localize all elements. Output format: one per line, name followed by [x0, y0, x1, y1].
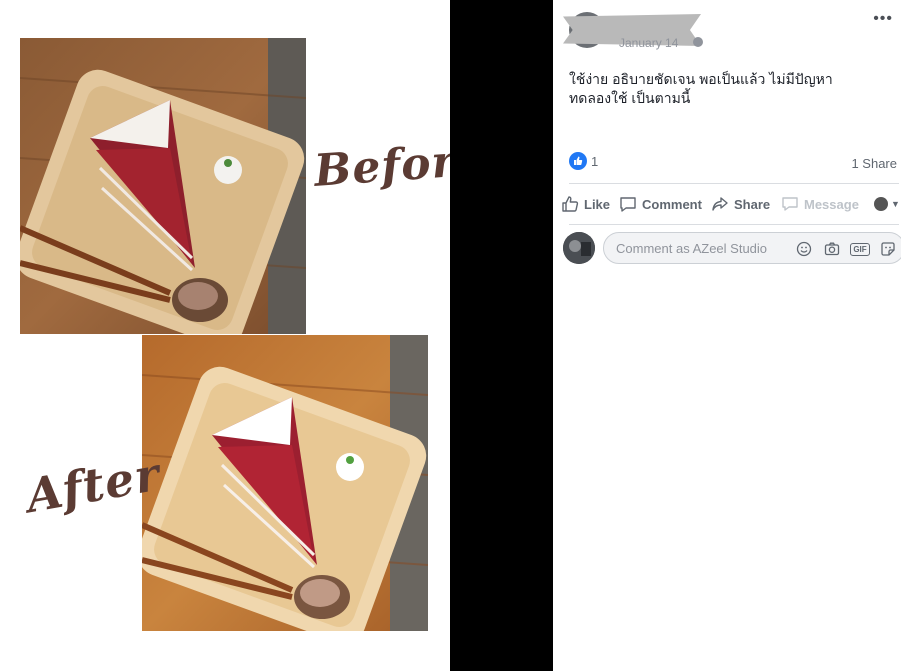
share-arrow-icon [712, 197, 728, 211]
after-photo [142, 335, 428, 631]
caret-down-icon: ▼ [891, 199, 900, 209]
like-label: Like [584, 196, 611, 212]
share-count[interactable]: 1 Share [851, 156, 897, 171]
camera-icon[interactable] [822, 239, 842, 259]
globe-icon [693, 37, 703, 47]
divider-line [569, 183, 899, 184]
post-text: ใช้ง่าย อธิบายชัดเจน พอเป็นแล้ว ไม่มีปัญ… [569, 71, 833, 106]
comment-box: GIF [603, 232, 901, 264]
message-icon [782, 197, 798, 211]
gif-label: GIF [850, 242, 870, 256]
divider-line [569, 224, 899, 225]
collage-image: Before After [0, 0, 486, 671]
thumbs-up-icon [562, 196, 579, 212]
facebook-post: January 14 ••• ใช้ง่าย อธิบายชัดเจน พอเป… [553, 0, 901, 671]
black-divider [450, 0, 553, 671]
before-photo [20, 38, 306, 334]
sticker-icon[interactable] [878, 239, 898, 259]
like-count: 1 [591, 154, 599, 169]
page-avatar [874, 197, 888, 211]
message-label: Message [804, 196, 859, 212]
post-date[interactable]: January 14 [619, 36, 678, 50]
commenter-avatar [563, 232, 595, 264]
comment-label: Comment [642, 196, 702, 212]
comment-button[interactable]: Comment [619, 192, 702, 216]
comment-icon [620, 197, 636, 212]
post-actions: Like Comment Share Message ▼ [561, 192, 901, 216]
share-button[interactable]: Share [711, 192, 770, 216]
comment-composer: GIF [563, 232, 901, 268]
gif-icon[interactable]: GIF [850, 239, 870, 259]
post-header: January 14 ••• [553, 0, 901, 60]
share-label: Share [734, 196, 771, 212]
like-reaction-icon [569, 152, 587, 170]
emoji-icon[interactable] [794, 239, 814, 259]
audience-selector[interactable]: ▼ [874, 192, 900, 216]
message-button[interactable]: Message [781, 192, 859, 216]
more-options-icon[interactable]: ••• [873, 10, 893, 28]
comment-input[interactable] [616, 233, 786, 263]
comment-tools: GIF [786, 239, 898, 259]
like-button[interactable]: Like [561, 192, 610, 216]
